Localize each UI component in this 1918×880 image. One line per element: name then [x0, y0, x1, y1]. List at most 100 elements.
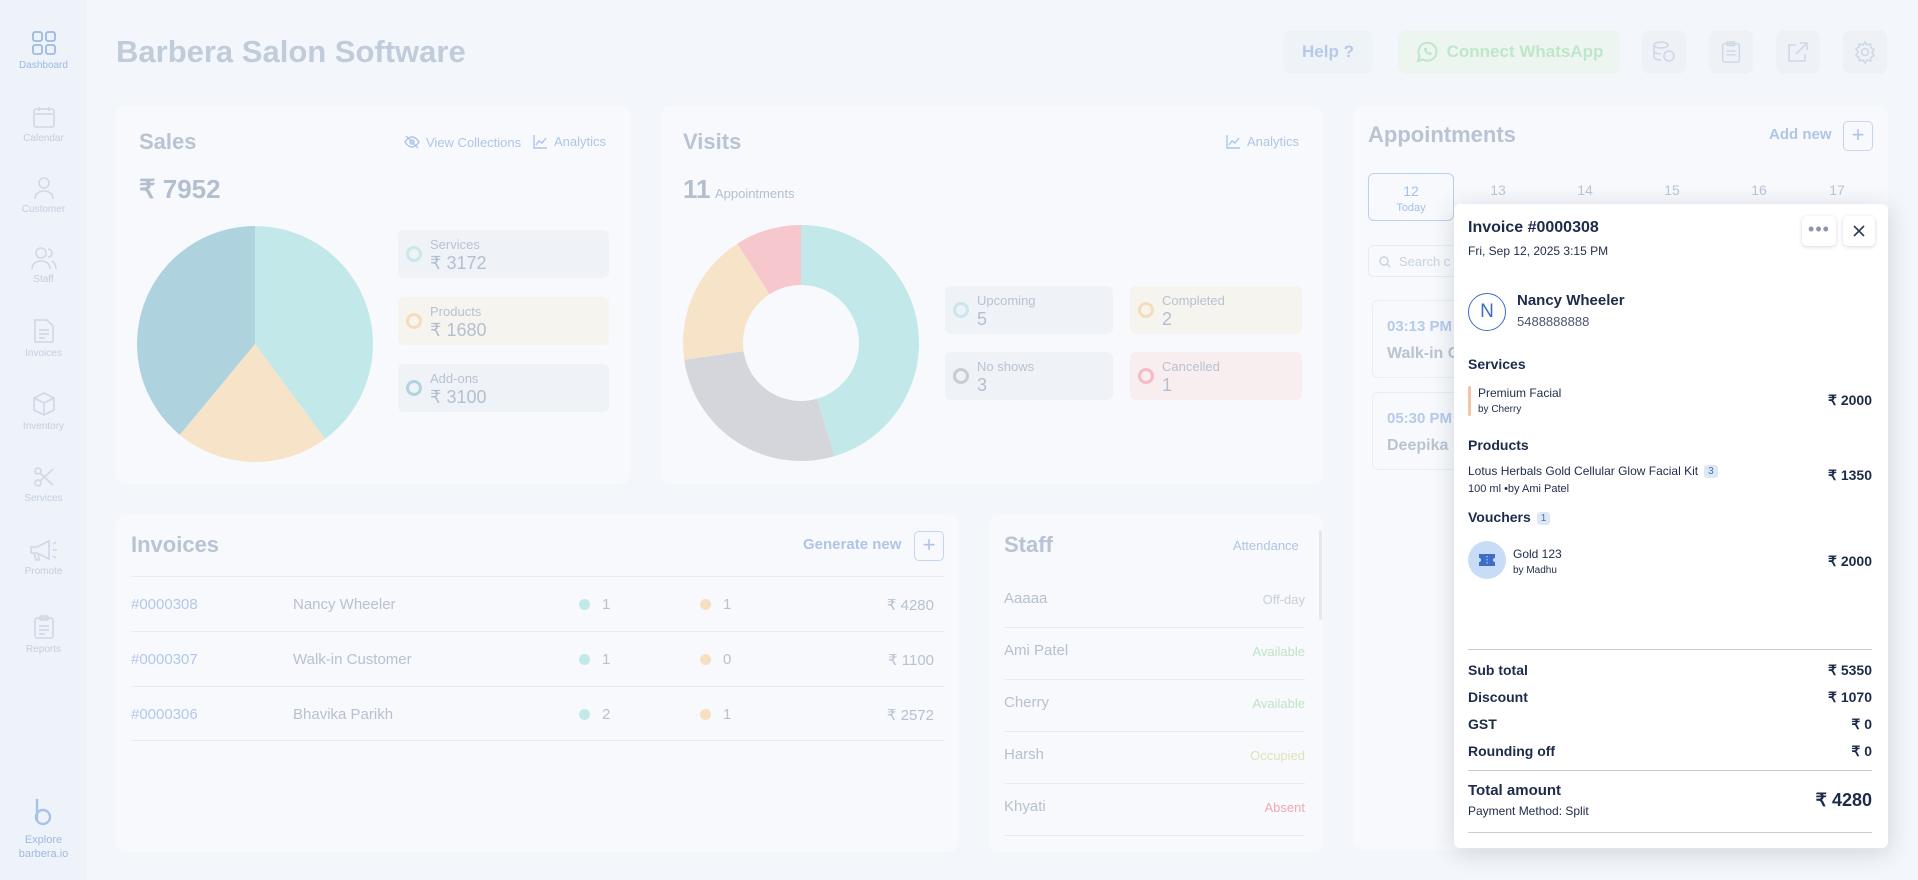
visits-count-line: 11 Appointments [683, 174, 794, 205]
add-appointment-button[interactable]: + [1843, 121, 1873, 151]
sidebar-item-inventory[interactable]: Inventory [0, 391, 87, 432]
customer-phone: 5488888888 [1517, 314, 1590, 329]
sidebar-item-customer[interactable]: Customer [0, 176, 87, 215]
date-today[interactable]: 12 Today [1368, 173, 1454, 221]
help-button[interactable]: Help ? [1283, 30, 1373, 74]
settings-button[interactable] [1843, 30, 1887, 74]
staff-row[interactable]: Ami Patel Available [1004, 628, 1305, 680]
coins-icon [1653, 41, 1675, 62]
visits-stat-no-shows: No shows 3 [945, 352, 1113, 400]
visits-analytics-label: Analytics [1247, 134, 1300, 149]
invoice-id: #0000306 [131, 706, 198, 723]
discount-label: Discount [1468, 689, 1528, 705]
generate-invoice-button[interactable]: + [914, 531, 944, 561]
sidebar-item-dashboard[interactable]: Dashboard [0, 30, 87, 71]
sidebar-item-reports[interactable]: Reports [0, 614, 87, 655]
invoice-icon [33, 319, 54, 343]
appointment-time: 03:13 PM [1387, 318, 1453, 335]
date-day: 16 [1751, 182, 1767, 198]
invoice-services-count: 1 [602, 651, 611, 668]
products-ring-icon [406, 313, 422, 329]
cash-register-button[interactable] [1642, 30, 1686, 74]
staff-status: Off-day [1262, 592, 1305, 607]
visits-stat-upcoming: Upcoming 5 [945, 286, 1113, 334]
invoice-customer: Walk-in Customer [293, 651, 412, 668]
appointment-time: 05:30 PM [1387, 410, 1453, 427]
clipboard-icon [33, 615, 54, 639]
sales-stat-services: Services ₹ 3172 [398, 230, 609, 278]
appointments-title: Appointments [1368, 122, 1516, 147]
gst-label: GST [1468, 716, 1497, 732]
whatsapp-icon [1416, 41, 1438, 63]
visits-donut-chart [683, 225, 919, 461]
more-options-button[interactable]: ••• [1802, 216, 1836, 246]
barbera-logo-icon [31, 797, 55, 832]
close-button[interactable] [1843, 216, 1875, 246]
sales-title: Sales [139, 129, 197, 154]
divider [1468, 832, 1872, 833]
table-row[interactable]: #0000306 Bhavika Parikh 2 1 ₹ 2572 [131, 686, 944, 741]
invoice-amount: ₹ 2572 [886, 707, 934, 724]
staff-status: Available [1252, 696, 1305, 711]
generate-invoice-link[interactable]: Generate new [803, 536, 901, 553]
avatar: N [1468, 293, 1506, 331]
stat-label: Services [430, 237, 480, 252]
connect-whatsapp-button[interactable]: Connect WhatsApp [1398, 30, 1620, 74]
staff-row[interactable]: Harsh Occupied [1004, 732, 1305, 784]
discount-value: ₹ 1070 [1828, 689, 1872, 705]
add-appointment-link[interactable]: Add new [1769, 126, 1832, 143]
view-collections-label: View Collections [426, 134, 522, 150]
sidebar-item-invoices[interactable]: Invoices [0, 318, 87, 359]
customer-icon [33, 177, 54, 200]
sidebar-item-label: Staff [33, 274, 54, 285]
product-amount: ₹ 1350 [1828, 467, 1872, 483]
sidebar-item-staff[interactable]: Staff [0, 246, 87, 285]
vouchers-heading-line: Vouchers 1 [1468, 509, 1551, 525]
sidebar-item-services[interactable]: Services [0, 465, 87, 504]
services-ring-icon [406, 246, 422, 262]
payment-method: Payment Method: Split [1468, 804, 1589, 818]
appointment-search-input[interactable]: Search c [1368, 245, 1468, 277]
sidebar-item-calendar[interactable]: Calendar [0, 105, 87, 144]
explore-barbera-link[interactable]: Explore barbera.io [0, 833, 87, 861]
cancelled-ring-icon [1138, 368, 1154, 384]
sidebar-item-promote[interactable]: Promote [0, 538, 87, 577]
visits-title: Visits [683, 129, 742, 154]
invoice-detail-panel: Invoice #0000308 Fri, Sep 12, 2025 3:15 … [1454, 204, 1888, 848]
table-row[interactable]: #0000307 Walk-in Customer 1 0 ₹ 1100 [131, 631, 944, 686]
product-line: Lotus Herbals Gold Cellular Glow Facial … [1468, 464, 1718, 478]
chart-icon [533, 135, 547, 149]
voucher-by: by Madhu [1513, 565, 1557, 576]
staff-row[interactable]: Khyati Absent [1004, 784, 1305, 836]
clipboard-icon [1721, 41, 1741, 63]
stat-value: ₹ 1680 [430, 320, 487, 340]
staff-scrollbar[interactable] [1319, 530, 1322, 620]
notes-button[interactable] [1709, 30, 1753, 74]
staff-name: Aaaaa [1004, 590, 1048, 607]
stat-value: 5 [977, 309, 988, 329]
page-title: Barbera Salon Software [116, 34, 466, 69]
visits-stat-cancelled: Cancelled 1 [1130, 352, 1302, 400]
view-collections-link[interactable]: View Collections [404, 134, 521, 150]
sales-analytics-link[interactable]: Analytics [533, 134, 606, 149]
explore-line1: Explore [24, 834, 63, 846]
table-row[interactable]: #0000308 Nancy Wheeler 1 1 ₹ 4280 [131, 576, 944, 631]
staff-row[interactable]: Aaaaa Off-day [1004, 576, 1305, 628]
staff-name: Cherry [1004, 694, 1050, 711]
service-amount: ₹ 2000 [1828, 392, 1872, 408]
voucher-name: Gold 123 [1513, 547, 1562, 561]
external-link-icon [1788, 42, 1808, 62]
divider [1468, 770, 1872, 771]
product-qty-badge: 3 [1704, 465, 1718, 478]
staff-row[interactable]: Cherry Available [1004, 680, 1305, 732]
upcoming-ring-icon [953, 302, 969, 318]
stat-value: ₹ 3172 [430, 253, 487, 273]
dashboard-icon [31, 31, 56, 55]
services-dot [579, 654, 590, 665]
open-external-button[interactable] [1776, 30, 1820, 74]
visits-analytics-link[interactable]: Analytics [1226, 134, 1299, 149]
divider [1468, 649, 1872, 650]
invoices-title: Invoices [131, 532, 220, 557]
attendance-link[interactable]: Attendance [1233, 538, 1299, 553]
products-dot [700, 709, 711, 720]
